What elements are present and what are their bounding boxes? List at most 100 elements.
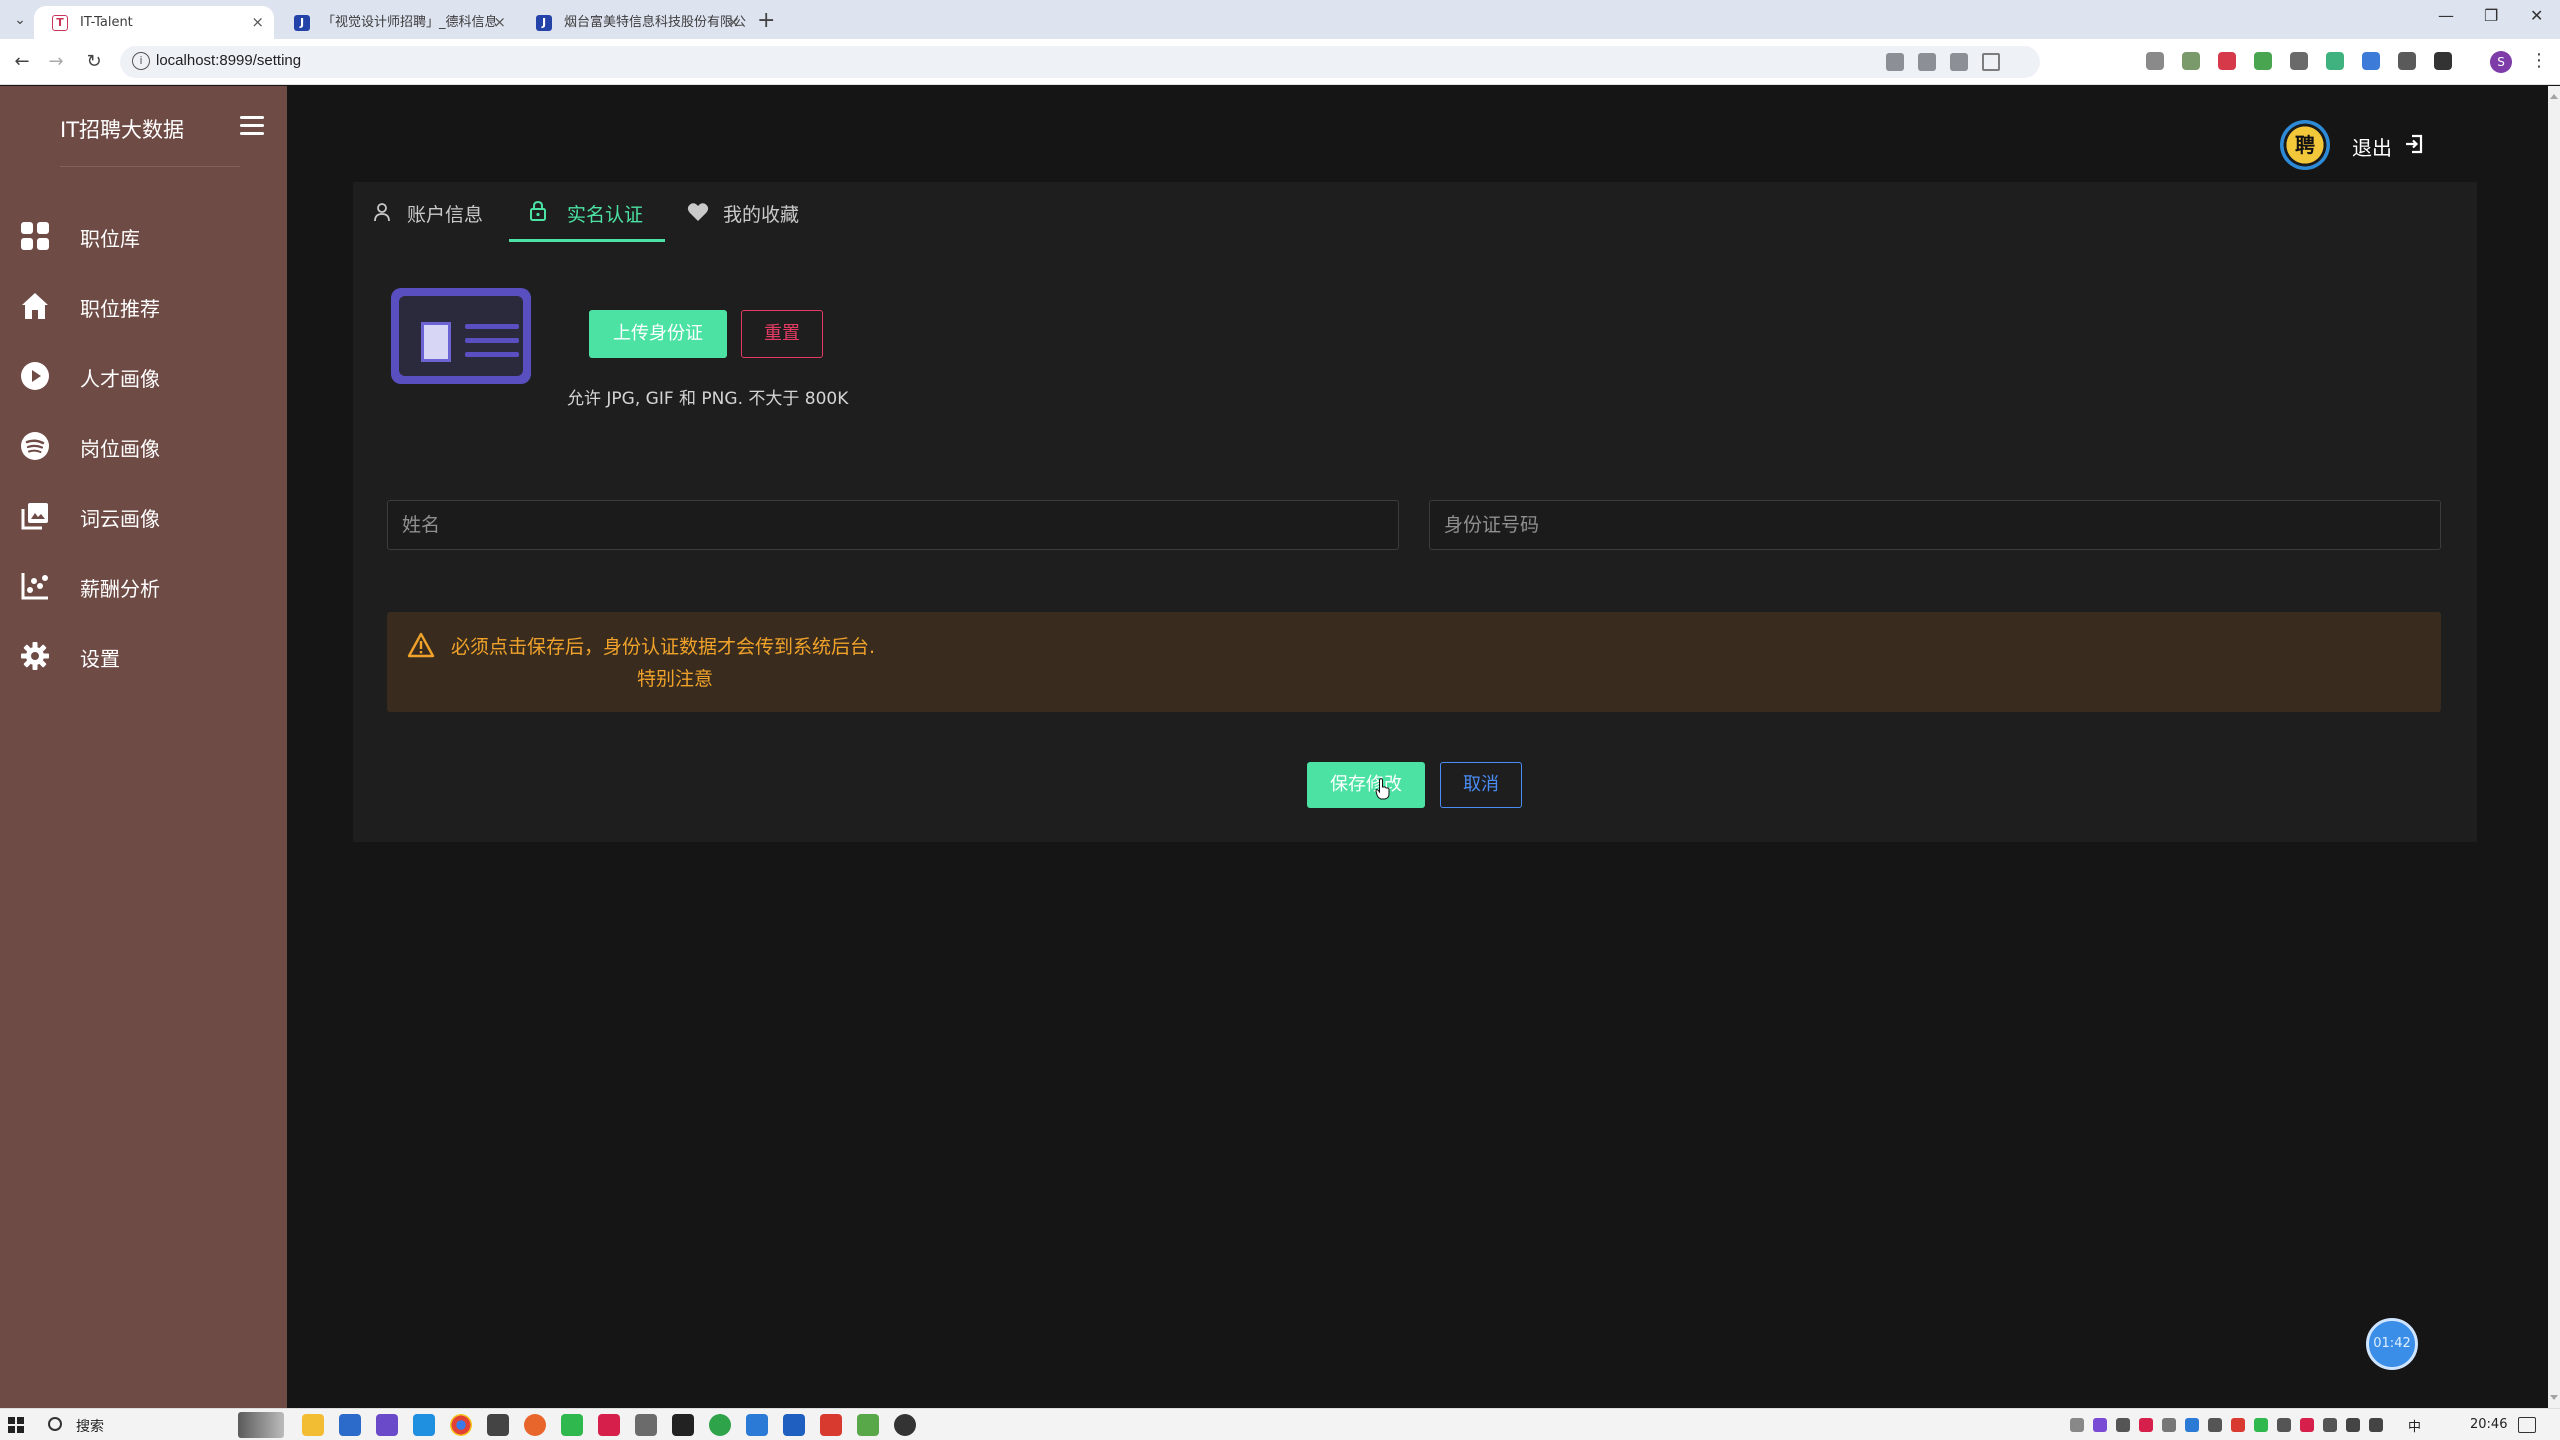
shield-extension-icon[interactable] — [2218, 52, 2236, 70]
notes-app-icon[interactable] — [857, 1414, 879, 1436]
back-arrow-icon[interactable]: ← — [10, 50, 34, 74]
scroll-down-icon[interactable] — [2550, 1395, 2558, 1404]
network-icon[interactable] — [2346, 1418, 2360, 1432]
typora-icon[interactable] — [746, 1414, 768, 1436]
hamburger-menu-icon[interactable] — [240, 116, 264, 136]
chrome-icon[interactable] — [450, 1414, 472, 1436]
id-card-line — [465, 352, 519, 357]
red-app-icon[interactable] — [598, 1414, 620, 1436]
gray-app-icon[interactable] — [635, 1414, 657, 1436]
id-number-field[interactable] — [1429, 500, 2441, 550]
site-favicon-icon: J — [536, 15, 552, 31]
new-tab-icon[interactable]: + — [757, 8, 775, 33]
browser-tab-active[interactable]: T IT-Talent × — [34, 6, 274, 39]
reset-button[interactable]: 重置 — [741, 310, 823, 358]
sidebar-item-salary[interactable]: 薪酬分析 — [0, 551, 287, 621]
puzzle-extensions-icon[interactable] — [2398, 52, 2416, 70]
tray-app-icon[interactable] — [2208, 1418, 2222, 1432]
ime-indicator[interactable]: 中 — [2408, 1416, 2421, 1435]
reload-icon[interactable]: ↻ — [82, 50, 106, 74]
page-scrollbar[interactable] — [2548, 86, 2560, 1408]
tray-app-icon[interactable] — [2231, 1418, 2245, 1432]
sidebar-item-recommend[interactable]: 职位推荐 — [0, 271, 287, 341]
name-field[interactable] — [387, 500, 1399, 550]
settings-app-icon[interactable] — [487, 1414, 509, 1436]
wechat-icon[interactable] — [561, 1414, 583, 1436]
tray-app-icon[interactable] — [2300, 1418, 2314, 1432]
notification-icon[interactable] — [2518, 1417, 2536, 1433]
clipboard-extension-icon[interactable] — [2290, 52, 2308, 70]
url-text[interactable]: localhost:8999/setting — [156, 52, 301, 69]
tray-app-icon[interactable] — [2185, 1418, 2199, 1432]
green-circle-app-icon[interactable] — [709, 1414, 731, 1436]
tab-account-info[interactable]: 账户信息 — [373, 182, 493, 242]
volume-icon[interactable] — [2369, 1418, 2383, 1432]
close-tab-icon[interactable]: × — [251, 6, 264, 39]
restore-icon[interactable]: ❐ — [2484, 6, 2498, 25]
recording-timer-badge[interactable]: 01:42 — [2366, 1318, 2418, 1370]
firefox-icon[interactable] — [524, 1414, 546, 1436]
vue-extension-icon[interactable] — [2326, 52, 2344, 70]
sidebar-item-wordcloud[interactable]: 词云画像 — [0, 481, 287, 551]
pdf-icon[interactable] — [820, 1414, 842, 1436]
tray-app-icon[interactable] — [2277, 1418, 2291, 1432]
window-close-icon[interactable]: ✕ — [2530, 6, 2543, 25]
browser-menu-icon[interactable]: ⋮ — [2530, 50, 2548, 71]
alert-message: 必须点击保存后，身份认证数据才会传到系统后台. — [451, 636, 876, 658]
scroll-up-icon[interactable] — [2550, 90, 2558, 99]
minimize-icon[interactable]: — — [2438, 6, 2454, 25]
upload-id-card-button[interactable]: 上传身份证 — [589, 310, 727, 358]
address-bar[interactable]: i localhost:8999/setting — [120, 46, 2040, 78]
app-store-icon[interactable] — [339, 1414, 361, 1436]
save-button[interactable]: 保存修改 — [1307, 762, 1425, 808]
tray-chevron-icon[interactable] — [2070, 1418, 2084, 1432]
zoom-icon[interactable] — [1950, 53, 1968, 71]
sidebar-item-label: 词云画像 — [80, 507, 160, 531]
omnibox-actions — [1886, 53, 2000, 71]
tab-search-chevron-icon[interactable]: ⌄ — [10, 10, 30, 30]
cancel-button[interactable]: 取消 — [1440, 762, 1522, 808]
clock[interactable]: 20:46 — [2470, 1417, 2507, 1432]
green-extension-icon[interactable] — [2254, 52, 2272, 70]
password-key-icon[interactable] — [1886, 53, 1904, 71]
blue-app-icon[interactable] — [413, 1414, 435, 1436]
tray-app-icon[interactable] — [2162, 1418, 2176, 1432]
translate-extension-icon[interactable] — [2362, 52, 2380, 70]
tray-app-icon[interactable] — [2139, 1418, 2153, 1432]
sidebar-item-jobs[interactable]: 职位库 — [0, 201, 287, 271]
translate-icon[interactable] — [1918, 53, 1936, 71]
file-explorer-icon[interactable] — [302, 1414, 324, 1436]
tab-real-name-verification[interactable]: 实名认证 — [509, 182, 665, 242]
logout-link[interactable]: 退出 — [2352, 132, 2392, 161]
tray-app-icon[interactable] — [2093, 1418, 2107, 1432]
sidebar-item-position-profile[interactable]: 岗位画像 — [0, 411, 287, 481]
bookmark-star-icon[interactable] — [1982, 53, 2000, 71]
word-icon[interactable] — [783, 1414, 805, 1436]
sidebar-item-talent-profile[interactable]: 人才画像 — [0, 341, 287, 411]
sidebar-item-settings[interactable]: 设置 — [0, 621, 287, 691]
upload-hint-text: 允许 JPG, GIF 和 PNG. 不大于 800K — [567, 389, 849, 409]
close-tab-icon[interactable]: × — [727, 6, 740, 39]
site-info-icon[interactable]: i — [132, 52, 150, 70]
purple-app-icon[interactable] — [376, 1414, 398, 1436]
avatar[interactable]: 聘 — [2280, 120, 2330, 170]
browser-tab[interactable]: J 烟台富美特信息科技股份有限公 × — [518, 6, 750, 39]
tray-app-icon[interactable] — [2323, 1418, 2337, 1432]
tray-app-icon[interactable] — [2116, 1418, 2130, 1432]
profile-avatar[interactable]: S — [2490, 51, 2512, 73]
obs-icon[interactable] — [894, 1414, 916, 1436]
hand-cursor-icon — [1375, 778, 1390, 800]
side-panel-icon[interactable] — [2434, 52, 2452, 70]
tray-app-icon[interactable] — [2254, 1418, 2268, 1432]
logout-icon[interactable] — [2404, 134, 2424, 154]
forward-arrow-icon[interactable]: → — [44, 50, 68, 74]
terminal-icon[interactable] — [672, 1414, 694, 1436]
windows-start-icon[interactable] — [8, 1417, 24, 1433]
taskbar-search[interactable]: 搜索 — [38, 1412, 286, 1438]
tab-my-favorites[interactable]: 我的收藏 — [687, 182, 817, 242]
browser-tab[interactable]: J 「视觉设计师招聘」_德科信息 × — [276, 6, 516, 39]
camera-extension-icon[interactable] — [2146, 52, 2164, 70]
id-card-line — [465, 324, 519, 329]
close-tab-icon[interactable]: × — [493, 6, 506, 39]
image-extension-icon[interactable] — [2182, 52, 2200, 70]
